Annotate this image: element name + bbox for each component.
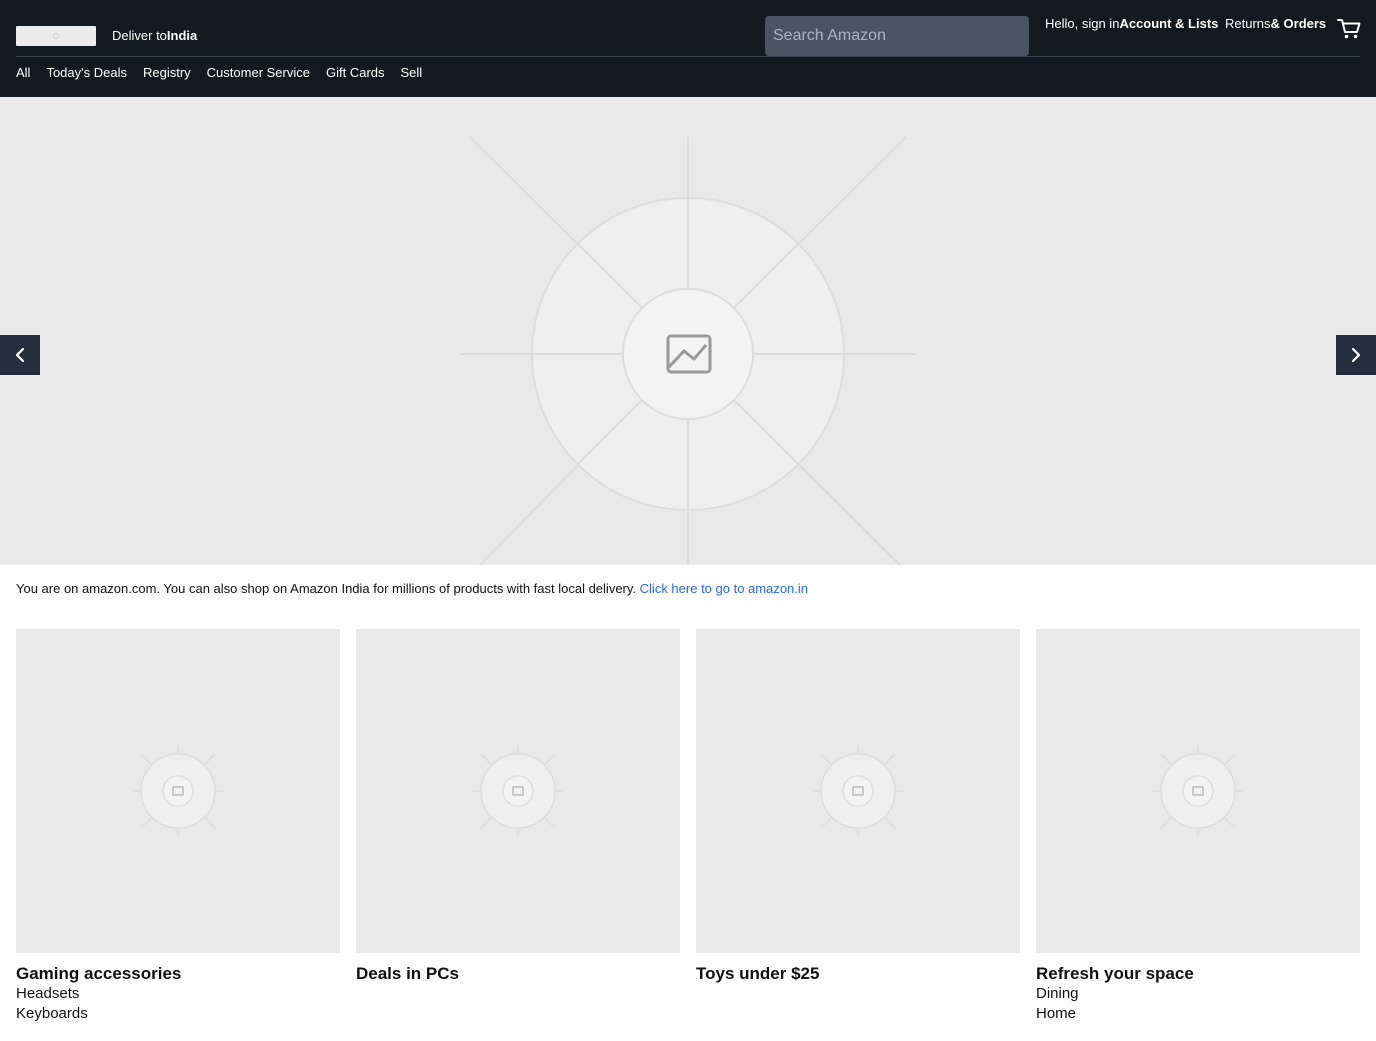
search-input[interactable] <box>765 16 1029 56</box>
account-label: Account & Lists <box>1119 16 1219 31</box>
image-placeholder-icon <box>473 746 563 836</box>
nav-item-todays-deals[interactable]: Today's Deals <box>46 65 127 80</box>
cart-icon[interactable] <box>1336 16 1362 42</box>
card-title[interactable]: Deals in PCs <box>356 964 680 984</box>
nav-item-gift-cards[interactable]: Gift Cards <box>326 65 385 80</box>
card-deals-in-pcs[interactable]: Deals in PCs <box>356 629 680 984</box>
locale-notice: You are on amazon.com. You can also shop… <box>16 581 808 596</box>
card-image[interactable] <box>696 629 1020 953</box>
card-title[interactable]: Toys under $25 <box>696 964 1020 984</box>
image-placeholder-icon <box>460 136 915 565</box>
chevron-left-icon <box>15 347 25 363</box>
account-and-lists[interactable]: Hello, sign inAccount & Lists <box>1045 16 1218 31</box>
image-placeholder-icon <box>133 746 223 836</box>
image-placeholder-icon <box>813 746 903 836</box>
header-divider <box>16 56 1360 57</box>
deliver-to-location[interactable]: Deliver toIndia <box>112 28 197 43</box>
logo-mark <box>53 33 59 39</box>
card-link-keyboards[interactable]: Keyboards <box>16 1004 340 1024</box>
returns-label: Returns <box>1225 16 1271 31</box>
card-image[interactable] <box>1036 629 1360 953</box>
card-link-headsets[interactable]: Headsets <box>16 984 340 1004</box>
card-toys-under-25[interactable]: Toys under $25 <box>696 629 1020 984</box>
orders-label: & Orders <box>1270 16 1327 31</box>
nav-item-registry[interactable]: Registry <box>143 65 191 80</box>
card-link-dining[interactable]: Dining <box>1036 984 1360 1004</box>
amazon-in-link[interactable]: Click here to go to amazon.in <box>640 581 808 596</box>
top-header: Deliver toIndia Hello, sign inAccount & … <box>0 0 1376 97</box>
card-title[interactable]: Gaming accessories <box>16 964 340 984</box>
card-link-home[interactable]: Home <box>1036 1004 1360 1024</box>
carousel-prev-button[interactable] <box>0 335 40 375</box>
carousel-next-button[interactable] <box>1336 335 1376 375</box>
nav-item-sell[interactable]: Sell <box>401 65 423 80</box>
image-placeholder-icon <box>1153 746 1243 836</box>
returns-and-orders[interactable]: Returns& Orders <box>1225 16 1326 31</box>
card-refresh-your-space[interactable]: Refresh your space Dining Home <box>1036 629 1360 1024</box>
hero-carousel <box>0 97 1376 565</box>
nav-item-customer-service[interactable]: Customer Service <box>207 65 310 80</box>
card-image[interactable] <box>16 629 340 953</box>
amazon-logo[interactable] <box>16 26 96 46</box>
deliver-prefix: Deliver to <box>112 28 167 43</box>
card-title[interactable]: Refresh your space <box>1036 964 1360 984</box>
deliver-location: India <box>166 28 198 43</box>
notice-text: You are on amazon.com. You can also shop… <box>16 581 637 596</box>
account-greeting: Hello, sign in <box>1045 16 1120 31</box>
card-gaming-accessories[interactable]: Gaming accessories Headsets Keyboards <box>16 629 340 1024</box>
nav-bar: All Today's Deals Registry Customer Serv… <box>16 65 422 80</box>
nav-item-all[interactable]: All <box>16 65 30 80</box>
card-image[interactable] <box>356 629 680 953</box>
chevron-right-icon <box>1351 347 1361 363</box>
